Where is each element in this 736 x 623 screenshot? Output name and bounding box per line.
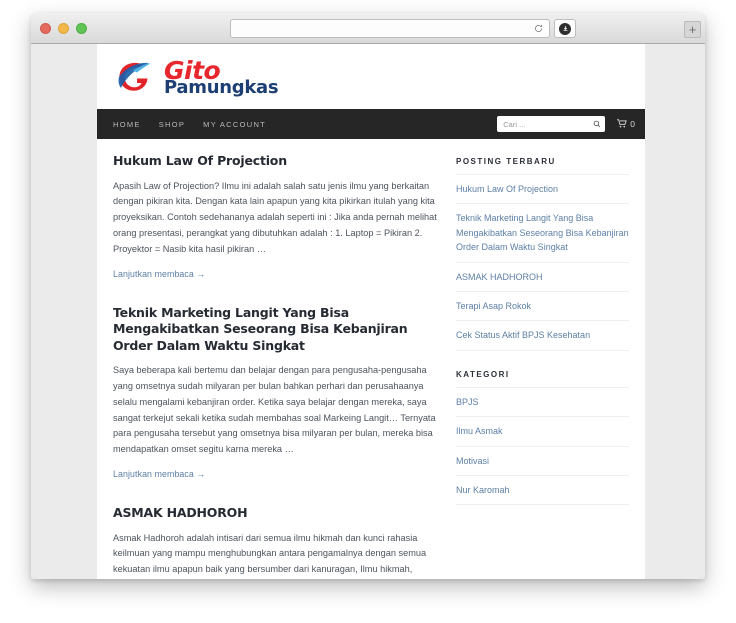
article-item: Teknik Marketing Langit Yang Bisa Mengak…	[113, 305, 438, 482]
cart-count: 0	[630, 119, 635, 129]
article-title[interactable]: Hukum Law Of Projection	[113, 153, 438, 170]
recent-post-link[interactable]: ASMAK HADHOROH	[456, 263, 629, 291]
list-item: Ilmu Asmak	[456, 416, 629, 445]
main-navigation: Home Shop My Account	[97, 109, 645, 139]
list-item: Motivasi	[456, 445, 629, 475]
desktop-background: + Gito Pamungkas HOME SHOP MY ACCOUNT Ca…	[0, 0, 736, 623]
maximize-window-button[interactable]	[76, 23, 87, 34]
minimize-window-button[interactable]	[58, 23, 69, 34]
article-item: ASMAK HADHOROH Asmak Hadhoroh adalah int…	[113, 505, 438, 579]
list-item: Cek Status Aktif BPJS Kesehatan	[456, 320, 629, 351]
download-button[interactable]	[554, 19, 576, 38]
widget-recent-posts: Posting Terbaru Hukum Law Of Projection …	[456, 157, 629, 351]
site-header: Gito Pamungkas	[97, 44, 645, 109]
nav-links: Home Shop My Account	[113, 120, 266, 129]
article-title[interactable]: ASMAK HADHOROH	[113, 505, 438, 522]
article-excerpt: Apasih Law of Projection? Ilmu ini adala…	[113, 180, 437, 254]
article-excerpt: Saya beberapa kali bertemu dan belajar d…	[113, 365, 436, 455]
category-link[interactable]: Motivasi	[456, 447, 629, 475]
article-title[interactable]: Teknik Marketing Langit Yang Bisa Mengak…	[113, 305, 438, 355]
page-viewport: Gito Pamungkas Home Shop My Account	[31, 44, 705, 579]
article-item: Hukum Law Of Projection Apasih Law of Pr…	[113, 153, 438, 282]
article-excerpt: Asmak Hadhoroh adalah intisari dari semu…	[113, 532, 427, 575]
swoosh-circle-logo-icon	[113, 57, 157, 97]
main-column: Hukum Law Of Projection Apasih Law of Pr…	[113, 153, 438, 579]
logo-secondary-text: Pamungkas	[164, 76, 279, 98]
logo-wordmark: Gito Pamungkas	[164, 57, 279, 98]
category-link[interactable]: BPJS	[456, 388, 629, 416]
browser-titlebar: +	[31, 13, 705, 44]
list-item: Teknik Marketing Langit Yang Bisa Mengak…	[456, 203, 629, 261]
search-box[interactable]	[497, 116, 606, 132]
cart-icon	[617, 115, 628, 133]
address-bar[interactable]	[230, 19, 550, 38]
window-controls	[40, 23, 87, 34]
recent-post-link[interactable]: Teknik Marketing Langit Yang Bisa Mengak…	[456, 204, 629, 261]
search-icon[interactable]	[593, 120, 601, 128]
close-window-button[interactable]	[40, 23, 51, 34]
new-tab-button[interactable]: +	[684, 21, 701, 38]
widget-title: Posting Terbaru	[456, 157, 556, 166]
recent-post-link[interactable]: Hukum Law Of Projection	[456, 175, 629, 203]
recent-posts-list: Hukum Law Of Projection Teknik Marketing…	[456, 174, 629, 351]
list-item: BPJS	[456, 386, 629, 416]
list-item: ASMAK HADHOROH	[456, 261, 629, 291]
cart-button[interactable]: 0	[617, 115, 635, 133]
recent-post-link[interactable]: Terapi Asap Rokok	[456, 292, 629, 320]
read-more-link[interactable]: Lanjutkan membaca →	[113, 269, 205, 279]
list-item: Hukum Law Of Projection	[456, 174, 629, 203]
widget-categories: Kategori BPJS Ilmu Asmak Motivasi Nur Ka…	[456, 370, 629, 506]
nav-item-home[interactable]: Home	[113, 120, 141, 129]
site-logo[interactable]: Gito Pamungkas	[113, 57, 279, 98]
website-container: Gito Pamungkas Home Shop My Account	[97, 44, 645, 579]
nav-item-my-account[interactable]: My Account	[203, 120, 266, 129]
page-content: Hukum Law Of Projection Apasih Law of Pr…	[97, 139, 645, 579]
widget-title: Kategori	[456, 369, 510, 379]
recent-post-link[interactable]: Cek Status Aktif BPJS Kesehatan	[456, 321, 629, 349]
sidebar: Posting Terbaru Hukum Law Of Projection …	[456, 153, 629, 579]
list-item: Terapi Asap Rokok	[456, 290, 629, 320]
download-icon	[559, 22, 571, 35]
browser-window: + Gito Pamungkas HOME SHOP MY ACCOUNT Ca…	[31, 13, 705, 579]
category-link[interactable]: Nur Karomah	[456, 476, 629, 504]
nav-right-group: 0	[497, 115, 635, 133]
read-more-link[interactable]: Lanjutkan membaca →	[113, 469, 205, 479]
category-link[interactable]: Ilmu Asmak	[456, 417, 629, 445]
categories-list: BPJS Ilmu Asmak Motivasi Nur Karomah	[456, 386, 629, 506]
list-item: Nur Karomah	[456, 474, 629, 506]
nav-item-shop[interactable]: Shop	[159, 120, 185, 129]
reload-icon[interactable]	[530, 21, 546, 37]
search-input[interactable]	[503, 119, 594, 129]
